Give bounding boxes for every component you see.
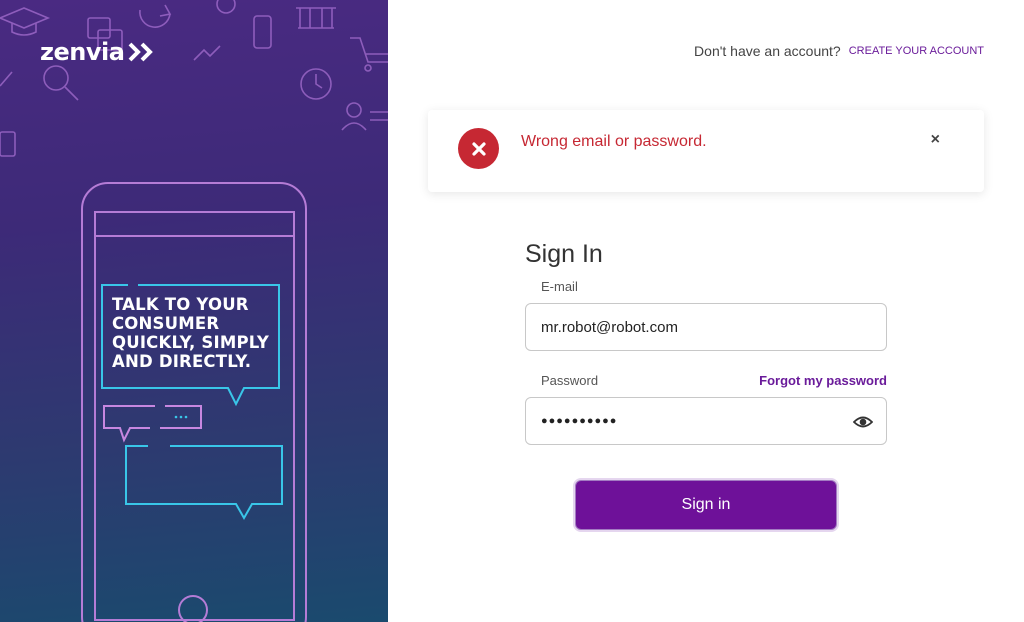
email-label: E-mail [541, 279, 578, 294]
signup-prompt: Don't have an account? CREATE YOUR ACCOU… [694, 43, 984, 59]
close-alert-icon[interactable]: × [931, 132, 940, 148]
hero-message: TALK TO YOUR CONSUMER QUICKLY, SIMPLY AN… [112, 295, 270, 371]
hero-panel: zenvia TALK TO YOUR CONSUMER QUICKLY, SI… [0, 0, 388, 622]
email-label-row: E-mail [525, 279, 887, 294]
sign-in-button[interactable]: Sign in [575, 480, 837, 530]
page-title: Sign In [525, 240, 603, 268]
password-field[interactable]: ●●●●●●●●●● [525, 397, 887, 445]
email-field[interactable]: mr.robot@robot.com [525, 303, 887, 351]
chevrons-icon [128, 42, 154, 62]
password-label: Password [541, 373, 599, 388]
error-x-icon [458, 128, 499, 169]
error-message: Wrong email or password. [521, 133, 707, 150]
email-value: mr.robot@robot.com [541, 318, 678, 336]
signup-question: Don't have an account? [694, 43, 841, 59]
forgot-password-link[interactable]: Forgot my password [759, 373, 887, 388]
signin-form: Sign In E-mail mr.robot@robot.com Passwo… [525, 240, 887, 467]
password-label-row: Password Forgot my password [525, 373, 887, 388]
password-value: ●●●●●●●●●● [541, 415, 618, 427]
eye-icon[interactable] [852, 412, 874, 438]
zenvia-logo: zenvia [40, 38, 156, 66]
error-alert: Wrong email or password. × [428, 110, 984, 192]
logo-wordmark: zenvia [40, 38, 125, 66]
create-account-link[interactable]: CREATE YOUR ACCOUNT [849, 45, 984, 57]
